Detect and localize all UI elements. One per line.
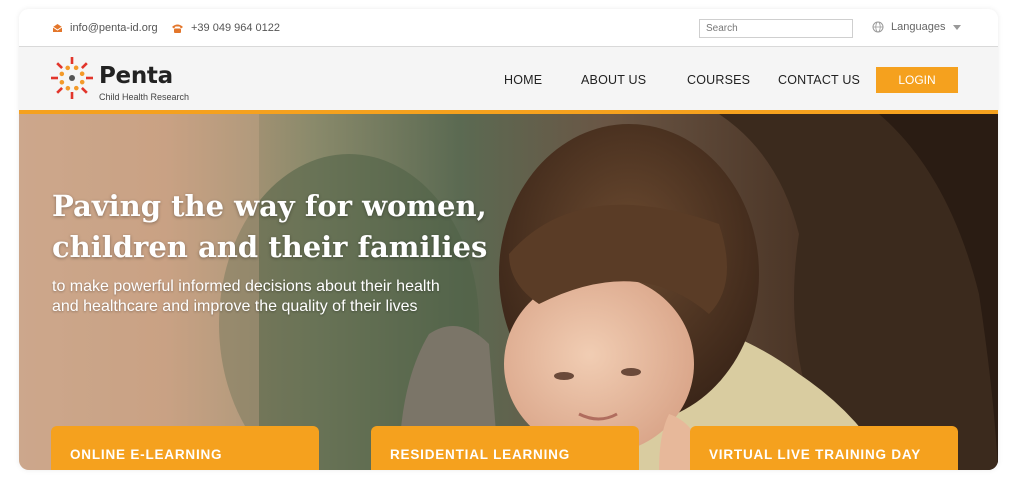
nav-contact-us[interactable]: CONTACT US [778, 73, 860, 87]
language-selector[interactable]: Languages [872, 21, 962, 33]
search-placeholder: Search [706, 23, 738, 34]
nav-about-us[interactable]: ABOUT US [581, 73, 646, 87]
brand-name: Penta [99, 63, 173, 89]
phone-text: +39 049 964 0122 [191, 22, 281, 34]
nav-home[interactable]: HOME [504, 73, 542, 87]
envelope-icon [52, 24, 63, 32]
hero-subtitle-line-1: to make powerful informed decisions abou… [52, 278, 440, 295]
brand-tagline: Child Health Research [99, 92, 190, 102]
globe-icon [872, 21, 884, 33]
languages-label: Languages [891, 21, 946, 33]
nav-courses[interactable]: COURSES [687, 73, 750, 87]
penta-logo-icon[interactable] [49, 55, 95, 101]
card-label: RESIDENTIAL LEARNING [390, 447, 571, 462]
card-label: ONLINE E-LEARNING [70, 447, 223, 462]
hero-subtitle: to make powerful informed decisions abou… [52, 277, 522, 317]
contact-phone[interactable]: +39 049 964 0122 [171, 22, 280, 34]
hero-headline-line-1: Paving the way for women, [52, 189, 487, 223]
search-input[interactable]: Search [699, 19, 853, 38]
login-button[interactable]: LOGIN [876, 67, 958, 93]
card-virtual-live-training-day[interactable]: VIRTUAL LIVE TRAINING DAY [690, 426, 958, 470]
email-text: info@penta-id.org [70, 22, 158, 34]
card-online-e-learning[interactable]: ONLINE E-LEARNING [51, 426, 319, 470]
hero-headline-line-2: children and their families [52, 230, 488, 264]
chevron-down-icon [953, 24, 962, 30]
card-label: VIRTUAL LIVE TRAINING DAY [709, 447, 922, 462]
hero-banner: Paving the way for women, children and t… [19, 114, 998, 470]
main-navigation: Penta Child Health Research HOME ABOUT U… [19, 47, 998, 114]
page-frame: info@penta-id.org +39 049 964 0122 Searc… [19, 9, 998, 470]
phone-icon [172, 24, 183, 33]
hero-subtitle-line-2: and healthcare and improve the quality o… [52, 298, 418, 315]
contact-bar: info@penta-id.org +39 049 964 0122 Searc… [19, 9, 998, 47]
contact-email[interactable]: info@penta-id.org [52, 22, 158, 34]
hero-headline: Paving the way for women, children and t… [52, 186, 532, 268]
card-residential-learning[interactable]: RESIDENTIAL LEARNING [371, 426, 639, 470]
